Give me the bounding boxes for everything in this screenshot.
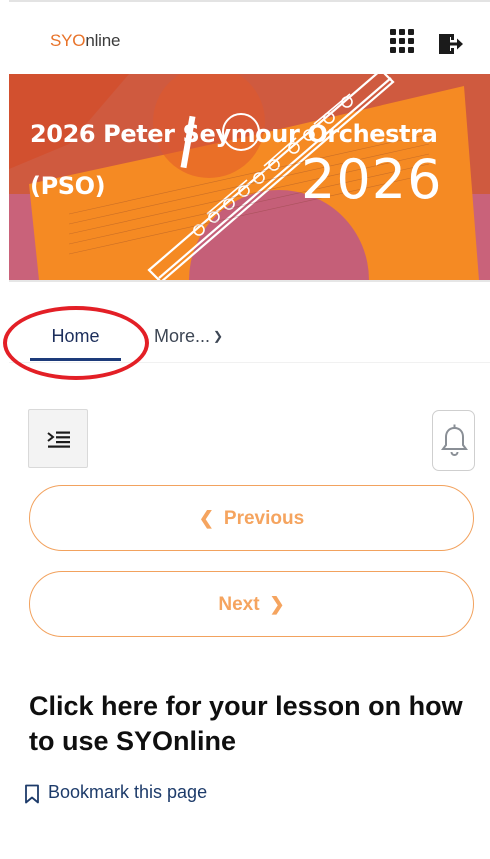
banner-divider — [9, 280, 490, 282]
indent-menu-icon — [47, 431, 70, 448]
syonline-logo[interactable]: SYOnline — [50, 31, 120, 51]
site-header: SYOnline — [0, 2, 490, 74]
chevron-right-icon: ❯ — [269, 594, 285, 614]
lesson-heading-link[interactable]: Click here for your lesson on how to use… — [29, 689, 469, 759]
previous-label: Previous — [223, 508, 305, 529]
next-button[interactable]: Next ❯ — [29, 571, 474, 637]
course-banner: 2026 Peter Seymour Orchestra (PSO) 2026 — [9, 74, 490, 280]
chevron-down-icon: ❯ — [213, 329, 224, 343]
chevron-left-icon: ❮ — [198, 508, 214, 528]
bell-icon — [441, 424, 468, 456]
course-index-drawer-button[interactable] — [28, 409, 88, 468]
tab-more[interactable]: More... ❯ — [154, 326, 223, 347]
apps-grid-icon[interactable] — [390, 29, 416, 55]
tab-more-label: More... — [154, 326, 211, 346]
previous-button[interactable]: ❮ Previous — [29, 485, 474, 551]
bookmark-icon — [25, 784, 39, 804]
banner-year: 2026 — [301, 148, 443, 211]
bookmark-label: Bookmark this page — [48, 782, 208, 802]
red-annotation-circle — [3, 306, 149, 380]
logout-icon[interactable] — [436, 30, 464, 58]
next-label: Next — [218, 594, 260, 615]
notifications-button[interactable] — [432, 410, 475, 471]
